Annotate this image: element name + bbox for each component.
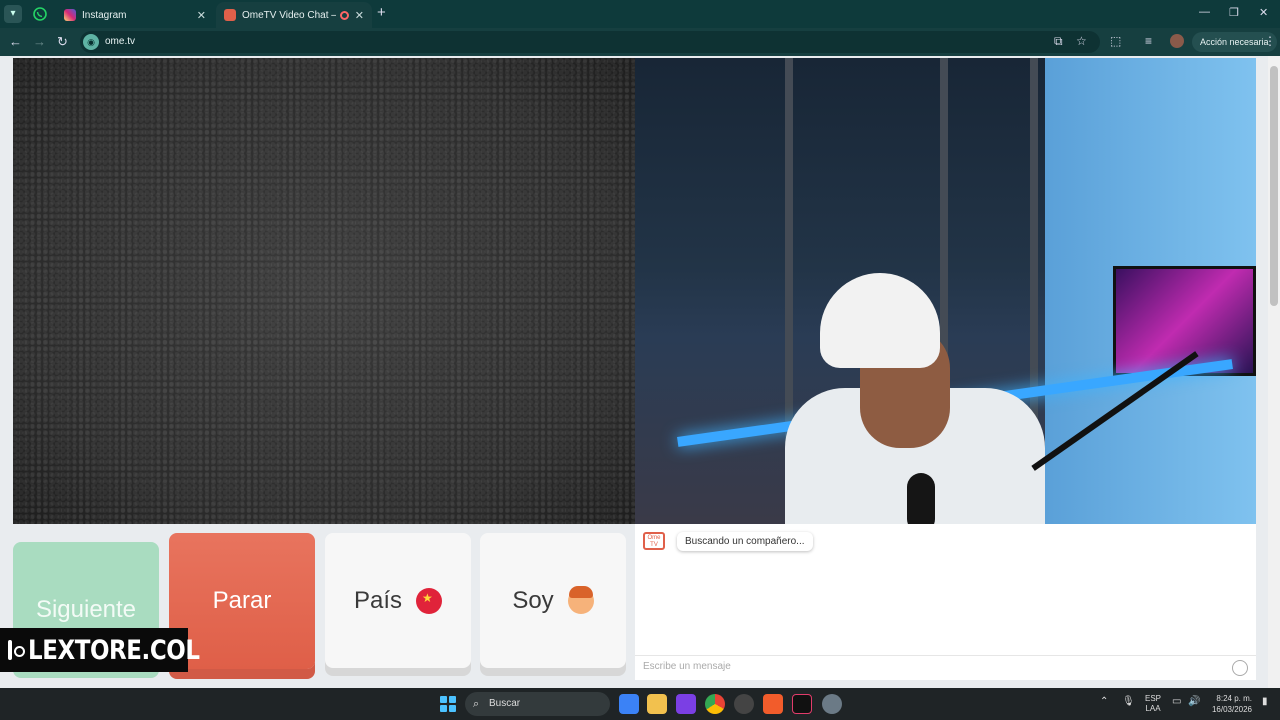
back-icon[interactable]: ← [9,34,22,50]
video-person-cap [820,273,940,368]
restore-icon[interactable]: ❐ [1229,6,1239,19]
browser-toolbar: ← → ↻ ◉ ome.tv ⧉ ☆ ⬚ ≡ Acción necesaria … [0,28,1280,56]
country-button[interactable]: País [325,533,471,668]
site-info-icon[interactable]: ◉ [83,34,99,50]
chat-input-bar [635,655,1256,680]
tab-instagram[interactable]: Instagram ✕ [56,2,214,28]
reload-icon[interactable]: ↻ [57,34,68,50]
address-bar[interactable]: ◉ ome.tv [80,31,1100,53]
windows-taskbar: ⌕ Buscar ⌃ 🎙 ESP LAA ▭ 🔊 8:24 p. m. 16/0… [0,688,1280,720]
menu-icon[interactable]: ⋮ [1264,34,1276,48]
video-microphone [907,473,935,524]
ometv-logo-icon: Ome TV [643,532,665,550]
scrollbar-thumb[interactable] [1270,66,1278,306]
extensions-icon[interactable]: ⬚ [1110,34,1121,48]
profile-icon[interactable] [1170,34,1184,48]
partner-video [635,58,1256,524]
stop-button-label: Parar [212,587,272,614]
video-window-frame [785,58,793,478]
clock-app-icon[interactable] [734,694,754,714]
page-scrollbar[interactable] [1268,56,1280,688]
star-icon[interactable]: ☆ [1076,34,1087,48]
instagram-icon [8,640,25,660]
tab-title: OmeTV Video Chat — Ome [242,9,336,21]
taskbar-search-label: Buscar [489,698,521,709]
browser-tab-bar: ▾ Instagram ✕ OmeTV Video Chat — Ome ✕ +… [0,0,1280,28]
gender-button-label: Soy [512,586,554,614]
forward-icon[interactable]: → [33,34,46,50]
search-icon: ⌕ [473,698,480,710]
ometv-page: Siguiente Parar País Soy Ome TV Buscando… [0,56,1280,688]
taskbar-search[interactable]: ⌕ Buscar [465,692,610,716]
tab-search-icon[interactable]: ▾ [4,5,22,23]
window-close-icon[interactable]: ✕ [1259,6,1268,19]
next-button-label: Siguiente [35,596,137,623]
gender-button[interactable]: Soy [480,533,626,668]
tab-title: Instagram [82,9,127,21]
new-tab-button[interactable]: + [377,5,386,21]
notifications-icon[interactable]: ▮ [1262,696,1268,707]
settings-icon[interactable] [822,694,842,714]
tray-chevron-icon[interactable]: ⌃ [1100,696,1108,707]
tiktok-icon[interactable] [792,694,812,714]
url-text[interactable]: ome.tv [105,36,135,47]
whatsapp-icon [33,7,47,21]
language-indicator[interactable]: ESP LAA [1145,694,1161,714]
windows-start-icon[interactable] [440,696,456,712]
taskbar-clock[interactable]: 8:24 p. m. 16/03/2026 [1206,693,1252,715]
chrome-icon[interactable] [705,694,725,714]
app-icon[interactable] [676,694,696,714]
microphone-icon[interactable]: 🎙 [1122,696,1135,707]
chat-message-input[interactable] [643,661,1223,672]
emoji-icon[interactable] [1232,660,1248,676]
ometv-icon [224,9,236,21]
install-icon[interactable]: ⧉ [1054,34,1063,49]
close-icon[interactable]: ✕ [197,9,206,22]
recording-icon [339,10,349,20]
instagram-icon [64,9,76,21]
brave-icon[interactable] [763,694,783,714]
close-icon[interactable]: ✕ [355,9,364,22]
minimize-icon[interactable]: — [1199,6,1210,18]
watermark-overlay: LEXTORE.COL [0,628,200,672]
copilot-icon[interactable] [619,694,639,714]
own-video-noise [13,58,635,524]
watermark-text: LEXTORE.COL [28,634,200,666]
country-button-label: País [353,586,403,614]
clock-date: 16/03/2026 [1211,705,1252,714]
lang-top: ESP [1145,694,1162,703]
chat-status-message: Buscando un compañero... [677,532,813,551]
volume-icon[interactable]: 🔊 [1188,696,1200,707]
lang-bottom: LAA [1145,704,1161,713]
clock-time: 8:24 p. m. [1216,694,1252,703]
media-icon[interactable]: ≡ [1145,34,1152,48]
whatsapp-pinned-tab[interactable] [30,5,50,23]
file-explorer-icon[interactable] [647,694,667,714]
chat-panel: Ome TV Buscando un compañero... [635,524,1256,680]
boy-icon [567,585,594,614]
network-icon[interactable]: ▭ [1172,696,1181,707]
china-flag-icon [416,587,443,614]
tab-ometv[interactable]: OmeTV Video Chat — Ome ✕ [216,2,372,28]
